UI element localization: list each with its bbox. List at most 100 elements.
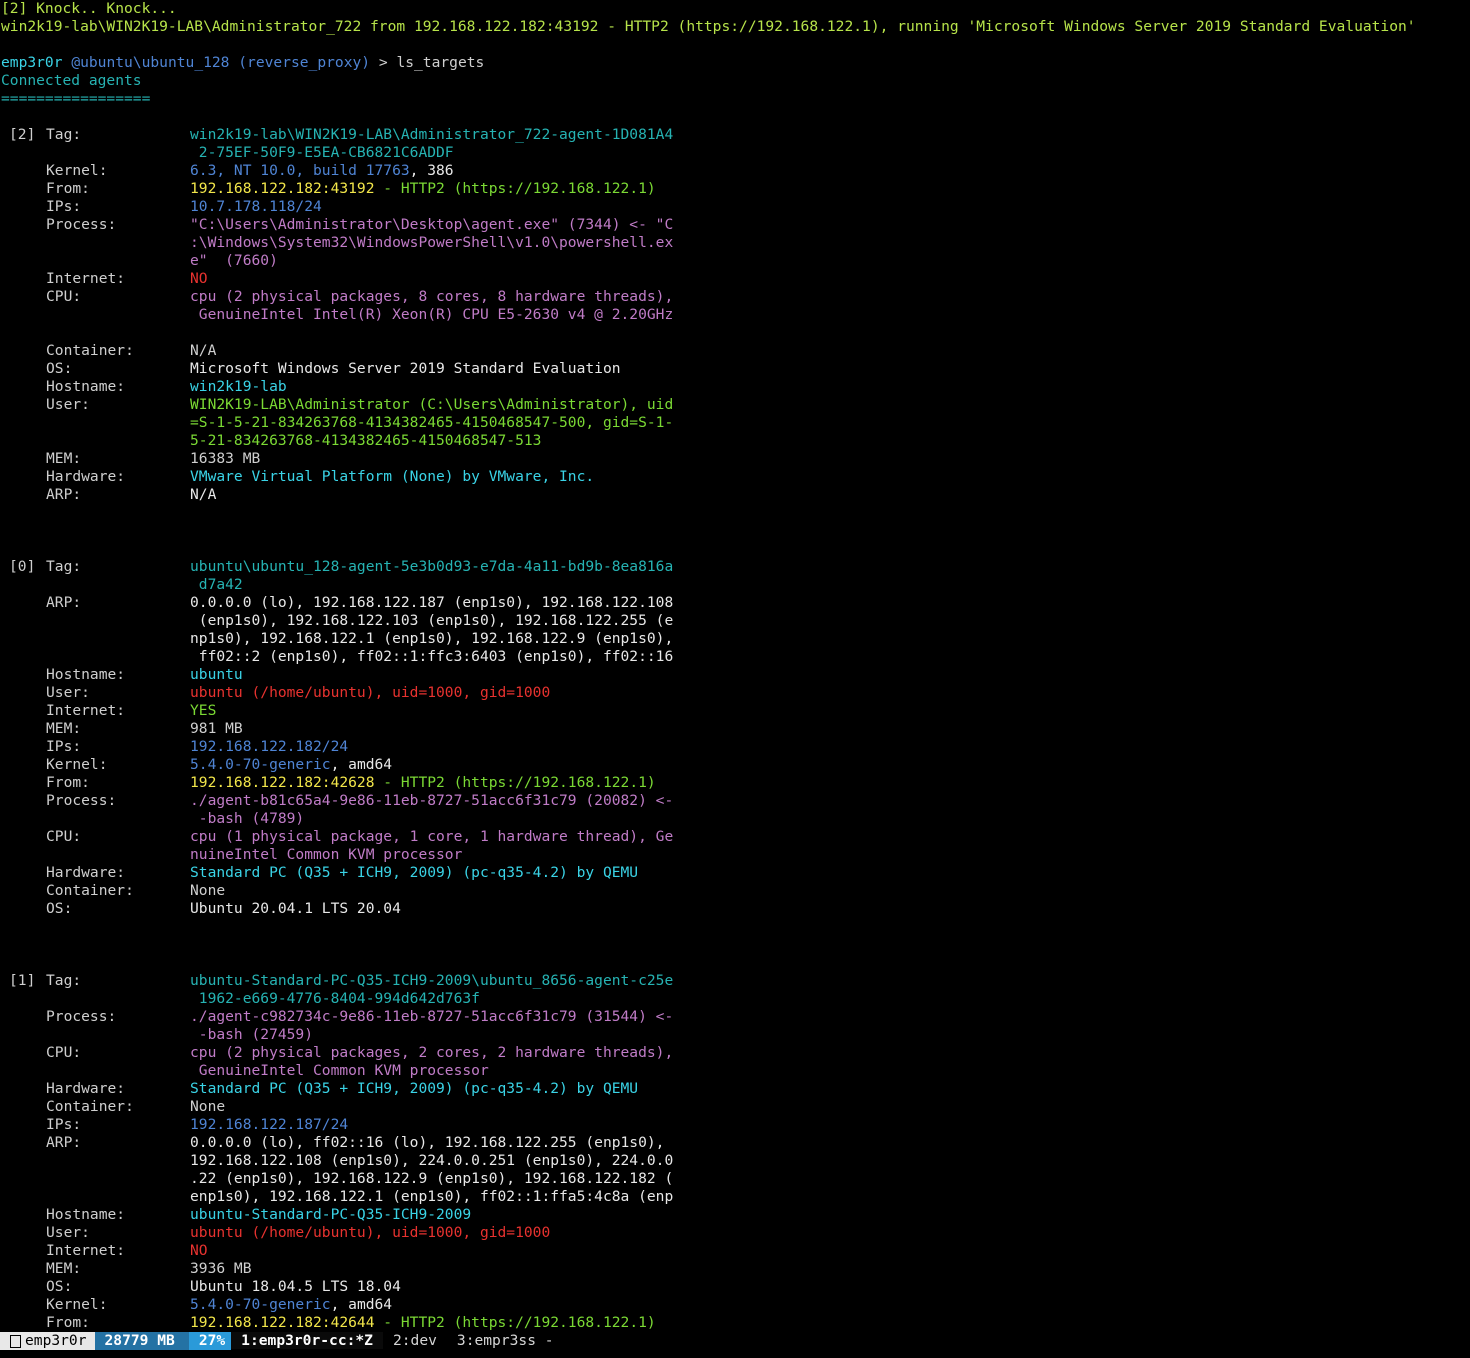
field-label: IPs: — [46, 1116, 82, 1133]
value-segment: 192.168.122.187/24 — [190, 1116, 349, 1133]
tmux-window-tab[interactable]: 1:emp3r0r-cc:*Z — [231, 1332, 383, 1349]
field-value: ./agent-b81c65a4-9e86-11eb-8727-51acc6f3… — [190, 792, 673, 810]
agent-field-row: MEM: 981 MB — [1, 720, 1469, 738]
value-segment: GenuineIntel Common KVM processor — [190, 1062, 489, 1079]
value-segment: , amd64 — [330, 756, 393, 773]
value-segment: 981 MB — [190, 720, 243, 737]
tmux-window-tab[interactable]: 2:dev — [383, 1332, 447, 1349]
field-label: Hardware: — [46, 864, 126, 881]
field-value: Microsoft Windows Server 2019 Standard E… — [190, 360, 621, 378]
field-label: Hostname: — [46, 666, 126, 683]
session-box-icon — [10, 1334, 21, 1348]
agent-block: [2] Tag: win2k19-lab\WIN2K19-LAB\Administr… — [1, 126, 1469, 504]
value-segment: 5.4.0-70-generic — [190, 1296, 331, 1313]
status-memory: 28779 MB — [94, 1332, 189, 1350]
value-segment: GenuineIntel Intel(R) Xeon(R) CPU E5-263… — [190, 306, 674, 323]
field-label: Kernel: — [46, 1296, 108, 1313]
field-value: 10.7.178.118/24 — [190, 198, 322, 216]
value-segment: ubuntu\ubuntu_128-agent-5e3b0d93-e7da-4a… — [190, 558, 674, 575]
field-value: e" (7660) — [190, 252, 278, 270]
field-label: MEM: — [46, 720, 82, 737]
value-segment: nuineIntel Common KVM processor — [190, 846, 463, 863]
value-segment: win2k19-lab — [190, 378, 287, 395]
field-value: win2k19-lab — [190, 378, 287, 396]
value-segment: NO — [190, 270, 208, 287]
value-segment: Microsoft Windows Server 2019 Standard E… — [190, 360, 621, 377]
value-segment: Standard PC (Q35 + ICH9, 2009) (pc-q35-4… — [190, 864, 639, 881]
agent-field-row: Hardware: Standard PC (Q35 + ICH9, 2009) … — [1, 864, 1469, 882]
value-segment: ./agent-b81c65a4-9e86-11eb-8727-51acc6f3… — [190, 792, 674, 809]
section-heading: Connected agents — [1, 72, 142, 89]
field-value: (enp1s0), 192.168.122.103 (enp1s0), 192.… — [190, 612, 673, 630]
label-spacer — [46, 252, 190, 270]
field-value: YES — [190, 702, 216, 720]
agent-field-row: .22 (enp1s0), 192.168.122.9 (enp1s0), 19… — [1, 1170, 1469, 1188]
agent-index: [1] — [9, 972, 36, 989]
agent-list: [2] Tag: win2k19-lab\WIN2K19-LAB\Administr… — [1, 108, 1469, 1331]
agent-field-row: Process: "C:\Users\Administrator\Desktop\… — [1, 216, 1469, 234]
value-segment: 3936 MB — [190, 1260, 252, 1277]
value-segment: 192.168.122.108 (enp1s0), 224.0.0.251 (e… — [190, 1152, 674, 1169]
agent-field-row: d7a42 — [1, 576, 1469, 594]
field-label: Internet: — [46, 702, 126, 719]
agent-field-row: Hardware: VMware Virtual Platform (None) … — [1, 468, 1469, 486]
field-label: OS: — [46, 900, 73, 917]
value-segment: 5-21-834263768-4134382465-4150468547-513 — [190, 432, 542, 449]
field-value: NO — [190, 270, 208, 288]
command-input[interactable]: ls_targets — [396, 54, 484, 71]
agent-field-row: Internet: YES — [1, 702, 1469, 720]
field-label: Tag: — [46, 126, 82, 143]
value-segment: win2k19-lab\WIN2K19-LAB\Administrator_72… — [190, 126, 674, 143]
field-value: 192.168.122.182:43192 - HTTP2 (https://1… — [190, 180, 656, 198]
field-value: win2k19-lab\WIN2K19-LAB\Administrator_72… — [190, 126, 673, 144]
field-label: CPU: — [46, 1044, 82, 1061]
value-segment: 192.168.122.182:43192 — [190, 180, 375, 197]
agent-field-row: CPU: cpu (1 physical package, 1 core, 1 h… — [1, 828, 1469, 846]
value-segment: 1962-e669-4776-8404-994d642d763f — [190, 990, 480, 1007]
agent-block: [0] Tag: ubuntu\ubuntu_128-agent-5e3b0d93-… — [1, 558, 1469, 918]
value-segment: np1s0), 192.168.122.1 (enp1s0), 192.168.… — [190, 630, 674, 647]
agent-field-row: GenuineIntel Common KVM processor — [1, 1062, 1469, 1080]
terminal-output[interactable]: [2] Knock.. Knock... win2k19-lab\WIN2K19… — [1, 0, 1469, 1331]
field-label: IPs: — [46, 198, 82, 215]
value-segment: 2-75EF-50F9-E5EA-CB6821C6ADDF — [190, 144, 454, 161]
field-label: ARP: — [46, 1134, 82, 1151]
field-label: ARP: — [46, 594, 82, 611]
field-label: User: — [46, 396, 90, 413]
field-value: 5.4.0-70-generic, amd64 — [190, 1296, 392, 1314]
tmux-window-tab[interactable]: 3:empr3ss - — [447, 1332, 564, 1349]
agent-field-row: 192.168.122.108 (enp1s0), 224.0.0.251 (e… — [1, 1152, 1469, 1170]
value-segment: ubuntu — [190, 666, 243, 683]
field-value: ff02::2 (enp1s0), ff02::1:ffc3:6403 (enp… — [190, 648, 673, 666]
agent-field-row: OS: Ubuntu 18.04.5 LTS 18.04 — [1, 1278, 1469, 1296]
agent-field-row: Kernel: 5.4.0-70-generic, amd64 — [1, 756, 1469, 774]
field-value: Ubuntu 18.04.5 LTS 18.04 — [190, 1278, 401, 1296]
agent-field-row: IPs: 192.168.122.187/24 — [1, 1116, 1469, 1134]
label-spacer — [46, 810, 190, 828]
agent-field-row: [2] Tag: win2k19-lab\WIN2K19-LAB\Administr… — [1, 126, 1469, 144]
field-value: ubuntu-Standard-PC-Q35-ICH9-2009\ubuntu_… — [190, 972, 673, 990]
field-value: ubuntu\ubuntu_128-agent-5e3b0d93-e7da-4a… — [190, 558, 673, 576]
status-user: emp3r0r — [25, 1332, 87, 1349]
field-label: Internet: — [46, 270, 126, 287]
